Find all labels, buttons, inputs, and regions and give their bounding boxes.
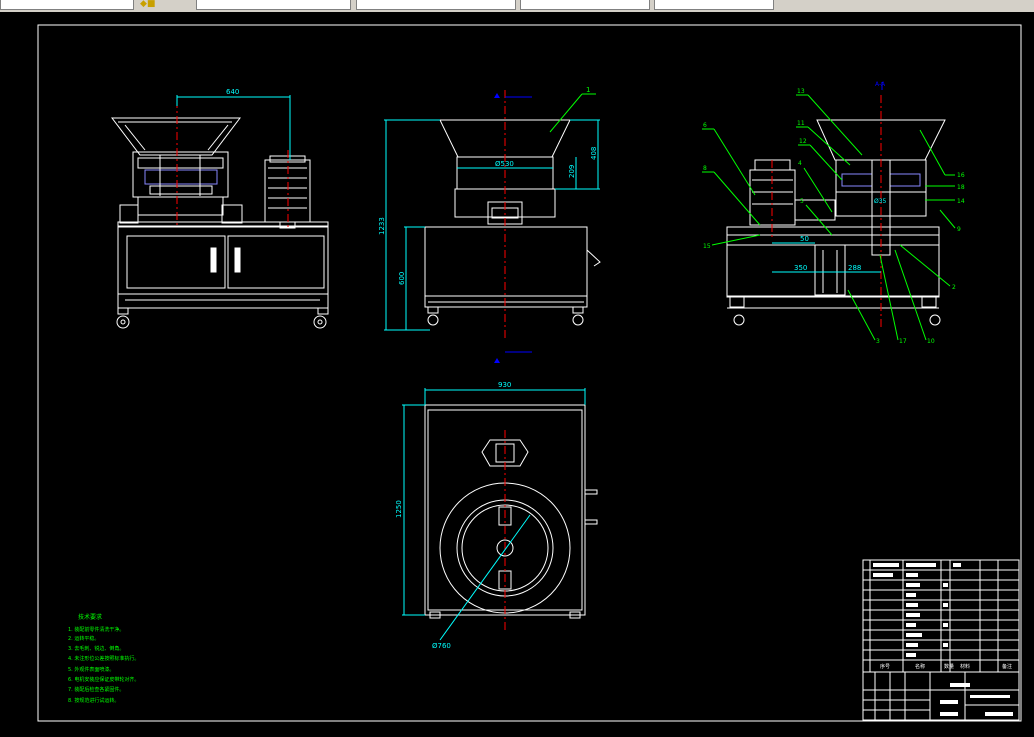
dim-top-depth: 1250 [395,500,403,518]
section-marker: A-A [875,81,886,88]
svg-text:8. 按规范进行试运转。: 8. 按规范进行试运转。 [68,697,119,704]
svg-text:18: 18 [957,184,965,191]
svg-text:13: 13 [797,88,805,95]
svg-text:备注: 备注 [1002,663,1012,670]
cad-drawing-canvas[interactable]: 640 1233 600 408 209 Ø530 1 A-A 50 350 2… [0,12,1034,731]
part-label-1: 1 [586,86,590,94]
svg-text:3: 3 [876,338,880,345]
svg-text:2: 2 [952,284,956,291]
dim-top-diameter: Ø760 [432,642,451,650]
svg-text:序号: 序号 [880,663,890,670]
svg-text:8: 8 [703,165,707,172]
dim-side-total-height: 1233 [378,217,386,235]
svg-text:7. 装配后检查各紧固件。: 7. 装配后检查各紧固件。 [68,686,124,693]
svg-text:17: 17 [899,338,907,345]
dim-front-width: 640 [226,88,239,96]
svg-text:11: 11 [797,120,805,127]
svg-text:1. 装配前零件清洗干净。: 1. 装配前零件清洗干净。 [68,626,124,633]
tab-3[interactable] [356,0,516,10]
dim-section-dim: Ø35 [874,198,887,205]
notes-title: 技术要求 [78,613,102,621]
dim-side-upper-height: 209 [568,165,576,178]
svg-text:材料: 材料 [960,663,970,670]
dim-side-diameter: Ø530 [495,160,514,168]
svg-text:6. 电机安装应保证皮带轮对齐。: 6. 电机安装应保证皮带轮对齐。 [68,676,139,683]
dim-section-350: 350 [794,264,807,272]
svg-text:16: 16 [957,172,965,179]
svg-text:9: 9 [957,226,961,233]
dim-section-50: 50 [800,235,809,243]
svg-text:4: 4 [798,160,802,167]
svg-text:5. 外观件表面喷漆。: 5. 外观件表面喷漆。 [68,666,114,673]
svg-text:4. 未注形位公差按照标准执行。: 4. 未注形位公差按照标准执行。 [68,655,139,662]
tab-4[interactable] [520,0,650,10]
svg-text:12: 12 [799,138,807,145]
app-icon: ◆■ [140,0,156,9]
svg-text:10: 10 [927,338,935,345]
svg-text:2. 运转平稳。: 2. 运转平稳。 [68,635,99,642]
dim-side-base-height: 600 [398,272,406,285]
dim-section-288: 288 [848,264,861,272]
status-bar [0,731,1034,737]
svg-text:名称: 名称 [915,663,925,670]
svg-text:3. 去毛刺、锐边、倒角。: 3. 去毛刺、锐边、倒角。 [68,645,124,652]
svg-text:数量: 数量 [944,663,954,670]
svg-text:15: 15 [703,243,711,250]
tab-2[interactable] [196,0,351,10]
tab-5[interactable] [654,0,774,10]
dim-side-hopper-height: 408 [590,147,598,160]
dim-top-width: 930 [498,381,511,389]
svg-text:5: 5 [800,198,804,205]
svg-text:14: 14 [957,198,965,205]
tab-1[interactable] [0,0,134,10]
svg-text:6: 6 [703,122,707,129]
